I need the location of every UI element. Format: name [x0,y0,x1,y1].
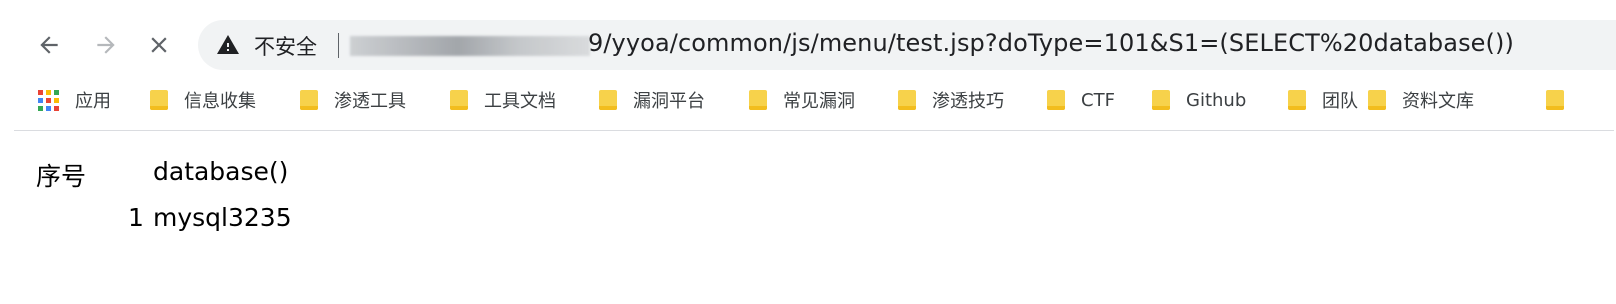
bookmark-folder[interactable]: 漏洞平台 [599,82,705,118]
folder-icon [898,90,916,110]
bookmarks-bar: 应用 信息收集 渗透工具 工具文档 漏洞平台 常见漏洞 渗透技巧 CTF Git… [0,82,1616,130]
close-icon [151,37,167,53]
bookmark-folder[interactable]: CTF [1047,82,1115,118]
bookmark-label: 渗透技巧 [932,91,1004,112]
stop-button[interactable] [142,28,176,62]
folder-icon [450,90,468,110]
folder-icon [1288,90,1306,110]
row-value-cell: mysql3235 [153,203,292,232]
folder-icon [150,90,168,110]
arrow-right-icon [97,36,115,54]
bookmark-label: 漏洞平台 [633,91,705,112]
bookmark-folder[interactable]: 渗透工具 [300,82,406,118]
omnibox-separator [338,33,339,58]
address-bar[interactable]: 不安全 9/yyoa/common/js/menu/test.jsp?doTyp… [198,20,1616,70]
column-header-index: 序号 [36,162,87,191]
column-header-database: database() [153,157,289,186]
page-content: 序号 database() 1 mysql3235 [0,131,1616,304]
bookmark-folder[interactable]: 渗透技巧 [898,82,1004,118]
bookmark-label: 渗透工具 [334,91,406,112]
folder-icon [1546,90,1564,110]
folder-icon [1368,90,1386,110]
bookmark-label: CTF [1081,89,1115,111]
bookmark-folder[interactable]: Github [1152,82,1246,118]
bookmark-label: 资料文库 [1402,91,1474,112]
bookmark-folder[interactable]: 信息收集 [150,82,256,118]
browser-toolbar: 不安全 9/yyoa/common/js/menu/test.jsp?doTyp… [0,0,1616,90]
bookmark-folder[interactable]: 常见漏洞 [749,82,855,118]
bookmark-label: 团队 [1322,91,1358,112]
redacted-host [350,36,590,56]
bookmark-overflow-folder[interactable] [1546,82,1580,118]
bookmark-label: Github [1186,89,1247,111]
apps-grid-icon [38,89,59,111]
bookmark-label: 应用 [75,91,111,112]
bookmark-folder[interactable]: 工具文档 [450,82,556,118]
security-status-label[interactable]: 不安全 [254,31,317,61]
folder-icon [300,90,318,110]
bookmark-label: 信息收集 [184,91,256,112]
arrow-left-icon [40,36,58,54]
folder-icon [1047,90,1065,110]
warning-triangle-icon [217,35,239,54]
bookmark-apps[interactable]: 应用 [38,82,111,118]
forward-button[interactable] [89,28,123,62]
bookmark-label: 常见漏洞 [783,91,855,112]
back-button[interactable] [32,28,66,62]
folder-icon [1152,90,1170,110]
folder-icon [599,90,617,110]
url-text[interactable]: 9/yyoa/common/js/menu/test.jsp?doType=10… [588,29,1514,57]
row-index-cell: 1 [128,203,144,232]
bookmark-folder[interactable]: 团队 [1288,82,1358,118]
bookmark-folder[interactable]: 资料文库 [1368,82,1474,118]
folder-icon [749,90,767,110]
bookmark-label: 工具文档 [484,91,556,112]
